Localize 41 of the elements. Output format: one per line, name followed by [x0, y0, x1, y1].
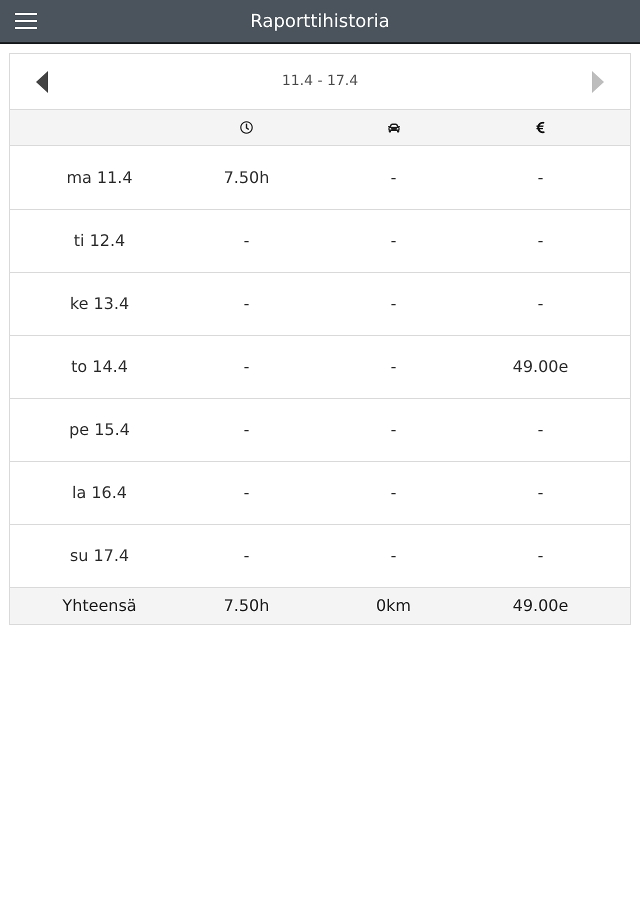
- day-cell-text: to 14.4: [71, 356, 128, 378]
- table-cell-text: 49.00e: [512, 356, 568, 378]
- app-title: Raporttihistoria: [250, 10, 390, 34]
- table-cell-text: -: [538, 166, 544, 188]
- table-cell-text: -: [244, 356, 250, 378]
- table-cell-text: -: [390, 166, 396, 188]
- table-cell-text: 7.50h: [224, 166, 270, 188]
- table-cell-text: -: [538, 545, 544, 567]
- table-cell-text: -: [244, 419, 250, 441]
- euro-icon: [535, 121, 546, 134]
- table-cell-text: -: [538, 419, 544, 441]
- table-cell-text: -: [390, 356, 396, 378]
- car-icon: [386, 122, 400, 134]
- table-cell-text: -: [390, 545, 396, 567]
- week-range: 11.4 - 17.4: [282, 72, 358, 91]
- table-cell-text: -: [390, 482, 396, 504]
- day-cell-text: su 17.4: [70, 545, 130, 567]
- table-cell-text: -: [244, 293, 250, 315]
- day-cell-text: ma 11.4: [66, 166, 133, 188]
- table-cell-text: -: [390, 419, 396, 441]
- table-cell-text: -: [538, 230, 544, 252]
- clock-icon: [240, 121, 253, 134]
- day-cell-text: ke 13.4: [70, 293, 130, 315]
- total-cell-text: 0km: [376, 595, 412, 617]
- left-triangle-icon: [36, 70, 48, 92]
- menu-icon: [15, 13, 37, 29]
- right-triangle-icon: [592, 70, 604, 92]
- day-cell-text: ti 12.4: [74, 230, 126, 252]
- table-cell-text: -: [390, 293, 396, 315]
- table-cell-text: -: [538, 482, 544, 504]
- table-cell-text: -: [244, 230, 250, 252]
- table-cell-text: -: [244, 482, 250, 504]
- table-cell-text: -: [244, 545, 250, 567]
- totals-label: Yhteensä: [62, 595, 137, 617]
- day-cell-text: pe 15.4: [69, 419, 130, 441]
- day-cell-text: la 16.4: [72, 482, 127, 504]
- total-cell-text: 49.00e: [512, 595, 568, 617]
- total-cell-text: 7.50h: [224, 595, 270, 617]
- table-cell-text: -: [538, 293, 544, 315]
- table-cell-text: -: [390, 230, 396, 252]
- menu-button[interactable]: [14, 11, 38, 31]
